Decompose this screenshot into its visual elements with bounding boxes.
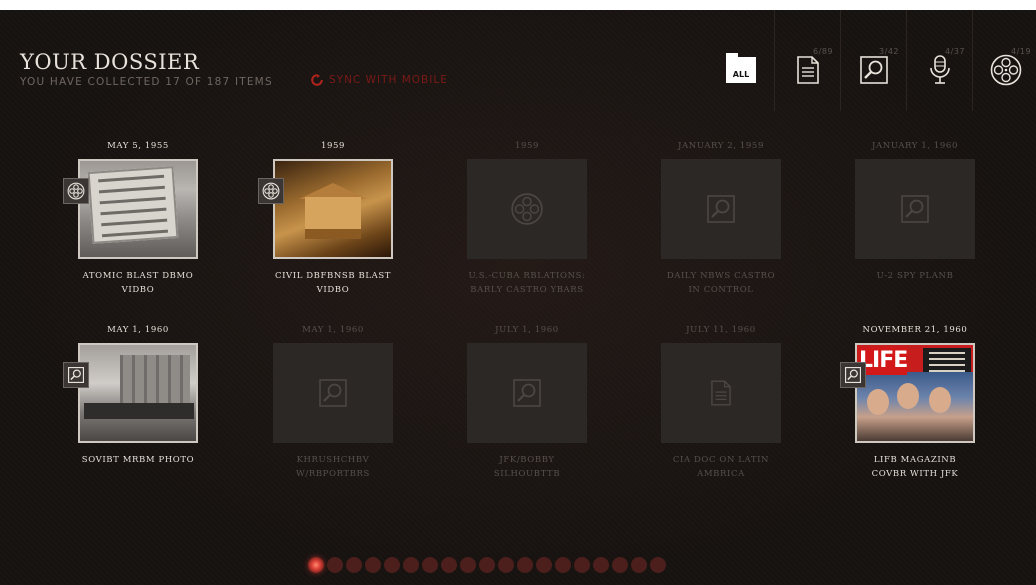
- page-dot[interactable]: [441, 557, 457, 573]
- life-logo: LIFE: [859, 347, 908, 375]
- item-thumbnail: [467, 159, 587, 259]
- item-date: 1959: [320, 141, 346, 151]
- item-title-line1: ATOMIC BLAST DBMO: [82, 271, 194, 281]
- page-title: YOUR DOSSIER: [20, 50, 200, 74]
- sync-mobile-label: SYNC WITH MOBILE: [329, 74, 448, 86]
- item-title: U-2 SPY PLANB: [835, 269, 995, 283]
- item-title-line1: JFK/BOBBY: [499, 455, 555, 465]
- item-title-line1: KHRUSHCHBV: [296, 455, 370, 465]
- item-title-line2: W/RBPORTBRS: [296, 469, 370, 479]
- item-thumbnail: [661, 343, 781, 443]
- page-dot[interactable]: [308, 557, 324, 573]
- item-thumbnail: [78, 343, 198, 443]
- page-dot[interactable]: [479, 557, 495, 573]
- filter-audio[interactable]: 4/37: [906, 10, 973, 111]
- microphone-icon: [930, 55, 950, 84]
- page-dot[interactable]: [517, 557, 533, 573]
- page-dot[interactable]: [384, 557, 400, 573]
- item-title-line2: IN CONTROL: [688, 285, 754, 295]
- item-title: U.S.-CUBA RBLATIONS: BARLY CASTRO YBARS: [447, 269, 607, 297]
- page-dot[interactable]: [574, 557, 590, 573]
- magnifier-photo-icon: [513, 379, 541, 407]
- item-date: 1959: [514, 141, 540, 151]
- magnifier-photo-icon: [840, 362, 866, 388]
- item-date: JANUARY 1, 1960: [872, 141, 958, 151]
- sync-mobile-button[interactable]: SYNC WITH MOBILE: [311, 74, 448, 86]
- item-thumbnail: LIFE: [855, 343, 975, 443]
- item-title: DAILY NBWS CASTRO IN CONTROL: [641, 269, 801, 297]
- item-date: JULY 11, 1960: [686, 325, 756, 335]
- dossier-screen: YOUR DOSSIER YOU HAVE COLLECTED 17 OF 18…: [0, 10, 1036, 585]
- page-dot[interactable]: [593, 557, 609, 573]
- magnifier-photo-icon: [63, 362, 89, 388]
- item-title-line1: DAILY NBWS CASTRO: [666, 271, 776, 281]
- page-dot[interactable]: [327, 557, 343, 573]
- filter-documents-count: 6/89: [813, 47, 833, 56]
- item-thumbnail: [855, 159, 975, 259]
- item-title: KHRUSHCHBV W/RBPORTBRS: [253, 453, 413, 481]
- item-date: MAY 1, 1960: [107, 325, 169, 335]
- page-dot[interactable]: [536, 557, 552, 573]
- item-title-line1: CIA DOC ON LATIN: [672, 455, 770, 465]
- item-date: MAY 1, 1960: [302, 325, 364, 335]
- item-title: JFK/BOBBY SILHOUBTTB: [447, 453, 607, 481]
- item-title-line1: U-2 SPY PLANB: [876, 271, 954, 281]
- item-title-line1: U.S.-CUBA RBLATIONS:: [468, 271, 586, 281]
- page-dot[interactable]: [555, 557, 571, 573]
- item-title: CIA DOC ON LATIN AMBRICA: [641, 453, 801, 481]
- magnifier-photo-icon: [860, 56, 888, 84]
- item-date: JULY 1, 1960: [495, 325, 559, 335]
- filter-all[interactable]: ALL: [708, 10, 774, 111]
- folder-icon: ALL: [726, 53, 756, 83]
- item-date: MAY 5, 1955: [107, 141, 169, 151]
- item-title: LIFB MAGAZINB COVBR WITH JFK: [835, 453, 995, 481]
- item-thumbnail: [78, 159, 198, 259]
- item-title-line2: COVBR WITH JFK: [871, 469, 959, 479]
- item-thumbnail: [273, 159, 393, 259]
- item-title-line1: LIFB MAGAZINB: [873, 455, 957, 465]
- sync-icon: [311, 74, 323, 86]
- page-dot[interactable]: [403, 557, 419, 573]
- item-title-line1: CIVIL DBFBNSB BLAST: [274, 271, 392, 281]
- film-reel-icon: [511, 193, 543, 225]
- item-title-line2: VIDBO: [316, 285, 350, 295]
- item-date: JANUARY 2, 1959: [678, 141, 764, 151]
- item-title-line2: BARLY CASTRO YBARS: [470, 285, 584, 295]
- magnifier-photo-icon: [319, 379, 347, 407]
- magnifier-photo-icon: [901, 195, 929, 223]
- page-dot[interactable]: [631, 557, 647, 573]
- page-dot[interactable]: [365, 557, 381, 573]
- page-dot[interactable]: [650, 557, 666, 573]
- film-reel-icon: [990, 54, 1022, 86]
- filter-all-label: ALL: [732, 70, 750, 79]
- page-dot[interactable]: [460, 557, 476, 573]
- item-thumbnail: [661, 159, 781, 259]
- page-dot[interactable]: [346, 557, 362, 573]
- item-title: ATOMIC BLAST DBMO VIDBO: [58, 269, 218, 297]
- page-dot[interactable]: [612, 557, 628, 573]
- page-dot[interactable]: [498, 557, 514, 573]
- filter-documents[interactable]: 6/89: [774, 10, 841, 111]
- item-title-line2: VIDBO: [121, 285, 155, 295]
- film-reel-icon: [63, 178, 89, 204]
- item-title-line1: SOVIBT MRBM PHOTO: [81, 455, 195, 465]
- item-title-line2: AMBRICA: [697, 469, 745, 479]
- document-icon: [711, 380, 731, 406]
- item-title-line2: SILHOUBTTB: [493, 469, 561, 479]
- document-icon: [797, 56, 819, 84]
- item-thumbnail: [273, 343, 393, 443]
- filter-photos[interactable]: 3/42: [840, 10, 907, 111]
- filter-video[interactable]: 4/19: [972, 10, 1036, 111]
- film-reel-icon: [258, 178, 284, 204]
- item-thumbnail: [467, 343, 587, 443]
- pagination: [308, 557, 666, 573]
- item-title: SOVIBT MRBM PHOTO: [58, 453, 218, 467]
- item-title: CIVIL DBFBNSB BLAST VIDBO: [253, 269, 413, 297]
- collection-progress: YOU HAVE COLLECTED 17 OF 187 ITEMS: [20, 76, 273, 88]
- item-date: NOVEMBER 21, 1960: [862, 325, 968, 335]
- filter-photos-count: 3/42: [879, 47, 899, 56]
- magnifier-photo-icon: [707, 195, 735, 223]
- page-dot[interactable]: [422, 557, 438, 573]
